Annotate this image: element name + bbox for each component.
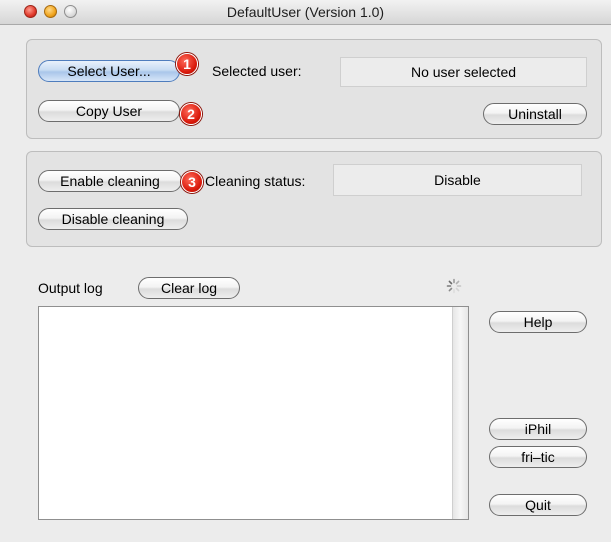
- title-bar: DefaultUser (Version 1.0): [0, 0, 611, 25]
- app-window: DefaultUser (Version 1.0) Select User...…: [0, 0, 611, 542]
- badge-1: 1: [176, 53, 198, 75]
- progress-spinner-icon: [446, 278, 462, 294]
- uninstall-button[interactable]: Uninstall: [483, 103, 587, 125]
- output-log-scrollbar[interactable]: [452, 307, 468, 519]
- cleaning-status-label: Cleaning status:: [205, 173, 306, 189]
- enable-cleaning-button[interactable]: Enable cleaning: [38, 170, 182, 192]
- selected-user-field: No user selected: [340, 57, 587, 87]
- help-button[interactable]: Help: [489, 311, 587, 333]
- output-log-textarea[interactable]: [38, 306, 469, 520]
- window-title: DefaultUser (Version 1.0): [226, 4, 385, 20]
- fri-tic-button[interactable]: fri–tic: [489, 446, 587, 468]
- badge-2: 2: [180, 103, 202, 125]
- badge-3: 3: [181, 171, 203, 193]
- quit-button[interactable]: Quit: [489, 494, 587, 516]
- output-log-label: Output log: [38, 280, 103, 296]
- disable-cleaning-button[interactable]: Disable cleaning: [38, 208, 188, 230]
- selected-user-label: Selected user:: [212, 63, 302, 79]
- clear-log-button[interactable]: Clear log: [138, 277, 240, 299]
- cleaning-status-field: Disable: [333, 164, 582, 196]
- iphil-button[interactable]: iPhil: [489, 418, 587, 440]
- select-user-button[interactable]: Select User...: [38, 60, 180, 82]
- copy-user-button[interactable]: Copy User: [38, 100, 180, 122]
